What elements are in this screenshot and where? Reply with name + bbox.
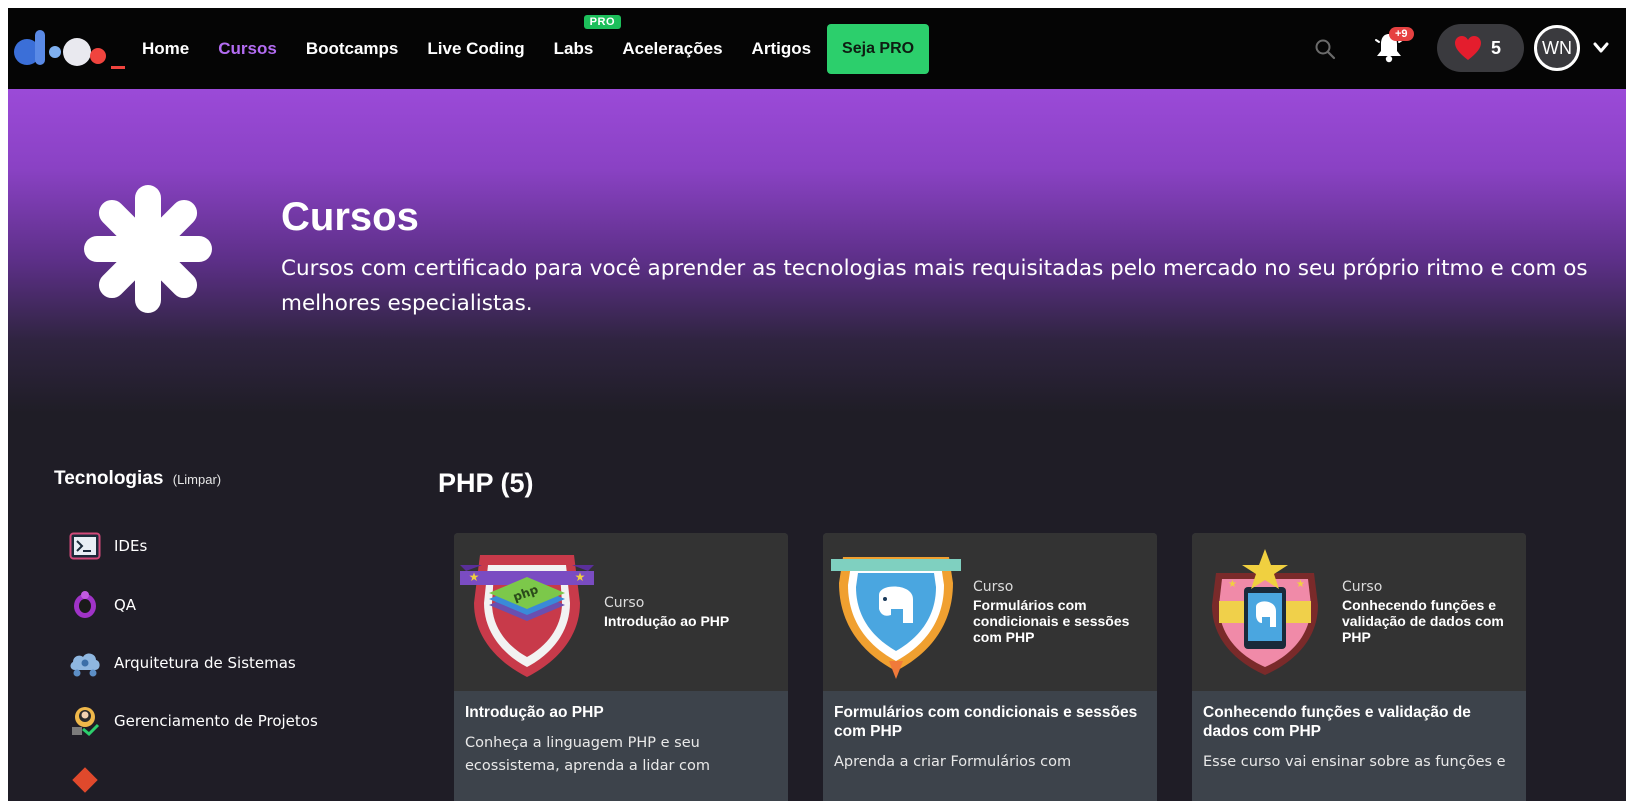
card-badge-name: Formulários com condicionais e sessões c… [973, 597, 1130, 645]
card-body: Conhecendo funções e validação de dados … [1192, 691, 1526, 801]
php-badge-icon: php ★ ★ [460, 555, 594, 677]
svg-text:★: ★ [575, 570, 586, 584]
sidebar-item-gerenciamento[interactable]: Gerenciamento de Projetos [68, 704, 318, 738]
terminal-icon [68, 529, 102, 563]
page-title: Cursos [281, 195, 419, 239]
card-description: Aprenda a criar Formulários com [834, 754, 1072, 770]
card-body: Formulários com condicionais e sessões c… [823, 691, 1157, 801]
sidebar-item-ides[interactable]: IDEs [68, 529, 147, 563]
dio-logo[interactable] [13, 26, 131, 74]
nav-cursos[interactable]: Cursos [218, 39, 277, 59]
hero-banner: Cursos Cursos com certificado para você … [8, 89, 1626, 449]
likes-count: 5 [1491, 37, 1502, 58]
card-badge-name: Introdução ao PHP [604, 613, 730, 629]
card-kind: Curso [973, 579, 1014, 595]
section-title: PHP (5) [438, 468, 534, 498]
card-title: Conhecendo funções e validação de dados … [1203, 704, 1471, 740]
card-title: Formulários com condicionais e sessões c… [834, 704, 1138, 740]
card-kind: Curso [604, 595, 645, 611]
nav-bootcamps[interactable]: Bootcamps [306, 39, 399, 59]
tablet-badge-icon: ★ ★ [1212, 549, 1318, 675]
card-description: Esse curso vai ensinar sobre as funções … [1203, 754, 1506, 770]
nav-artigos[interactable]: Artigos [752, 39, 812, 59]
git-icon [68, 763, 102, 797]
card-kind: Curso [1342, 579, 1383, 595]
svg-text:★: ★ [1296, 579, 1305, 590]
nav-labs-label: Labs [553, 38, 594, 58]
notification-badge: +9 [1389, 27, 1414, 41]
sidebar-item-label: IDEs [114, 537, 148, 555]
asterisk-icon [84, 185, 212, 313]
pro-badge: PRO [583, 14, 622, 29]
elephant-badge-icon [831, 557, 961, 679]
card-description: Conheça a linguagem PHP e seu ecossistem… [465, 735, 711, 774]
card-badge-name: Conhecendo funções e validação de dados … [1342, 597, 1504, 645]
heart-icon [1455, 36, 1481, 60]
nav-labs[interactable]: Labs PRO [553, 14, 622, 59]
project-manager-icon [68, 704, 102, 738]
nav-links: Home Cursos Bootcamps Live Coding Labs PR… [142, 8, 930, 89]
clear-filter-link[interactable]: (Limpar) [173, 472, 221, 487]
nav-home[interactable]: Home [142, 39, 189, 59]
top-navbar: Home Cursos Bootcamps Live Coding Labs PR… [8, 8, 1626, 89]
card-body: Introdução ao PHP Conheça a linguagem PH… [454, 691, 788, 801]
tech-filter-sidebar: Tecnologias (Limpar) [54, 468, 414, 490]
card-header: ★ ★ Curso Conhecendo funções e validação… [1192, 533, 1526, 691]
course-card[interactable]: Curso Formulários com condicionais e ses… [823, 533, 1157, 801]
nav-aceleracoes[interactable]: Acelerações [622, 39, 722, 59]
sidebar-title-label: Tecnologias [54, 468, 164, 489]
sidebar-item-arquitetura[interactable]: Arquitetura de Sistemas [68, 646, 296, 680]
card-header: php ★ ★ Curso Introdução ao PHP [454, 533, 788, 691]
svg-text:★: ★ [469, 570, 480, 584]
course-card[interactable]: ★ ★ Curso Conhecendo funções e validação… [1192, 533, 1526, 801]
chevron-down-icon[interactable] [1592, 41, 1610, 55]
avatar[interactable]: WN [1534, 25, 1580, 71]
course-card[interactable]: php ★ ★ Curso Introdução ao PHP Introduç… [454, 533, 788, 801]
bug-icon [68, 588, 102, 622]
card-header: Curso Formulários com condicionais e ses… [823, 533, 1157, 691]
sidebar-item-qa[interactable]: QA [68, 588, 136, 622]
sidebar-item-label: Arquitetura de Sistemas [114, 654, 296, 672]
svg-text:★: ★ [1228, 579, 1237, 590]
likes-counter[interactable]: 5 [1437, 24, 1524, 72]
nav-live-coding[interactable]: Live Coding [427, 39, 524, 59]
page-description: Cursos com certificado para você aprende… [281, 256, 1588, 316]
card-title: Introdução ao PHP [465, 704, 604, 721]
sidebar-title: Tecnologias (Limpar) [54, 468, 414, 490]
search-icon[interactable] [1314, 38, 1336, 60]
sidebar-item-next[interactable] [68, 763, 102, 797]
app-frame: Home Cursos Bootcamps Live Coding Labs PR… [8, 8, 1626, 801]
seja-pro-button[interactable]: Seja PRO [827, 23, 930, 74]
sidebar-item-label: QA [114, 596, 137, 614]
cloud-network-icon [68, 646, 102, 680]
sidebar-item-label: Gerenciamento de Projetos [114, 712, 318, 730]
